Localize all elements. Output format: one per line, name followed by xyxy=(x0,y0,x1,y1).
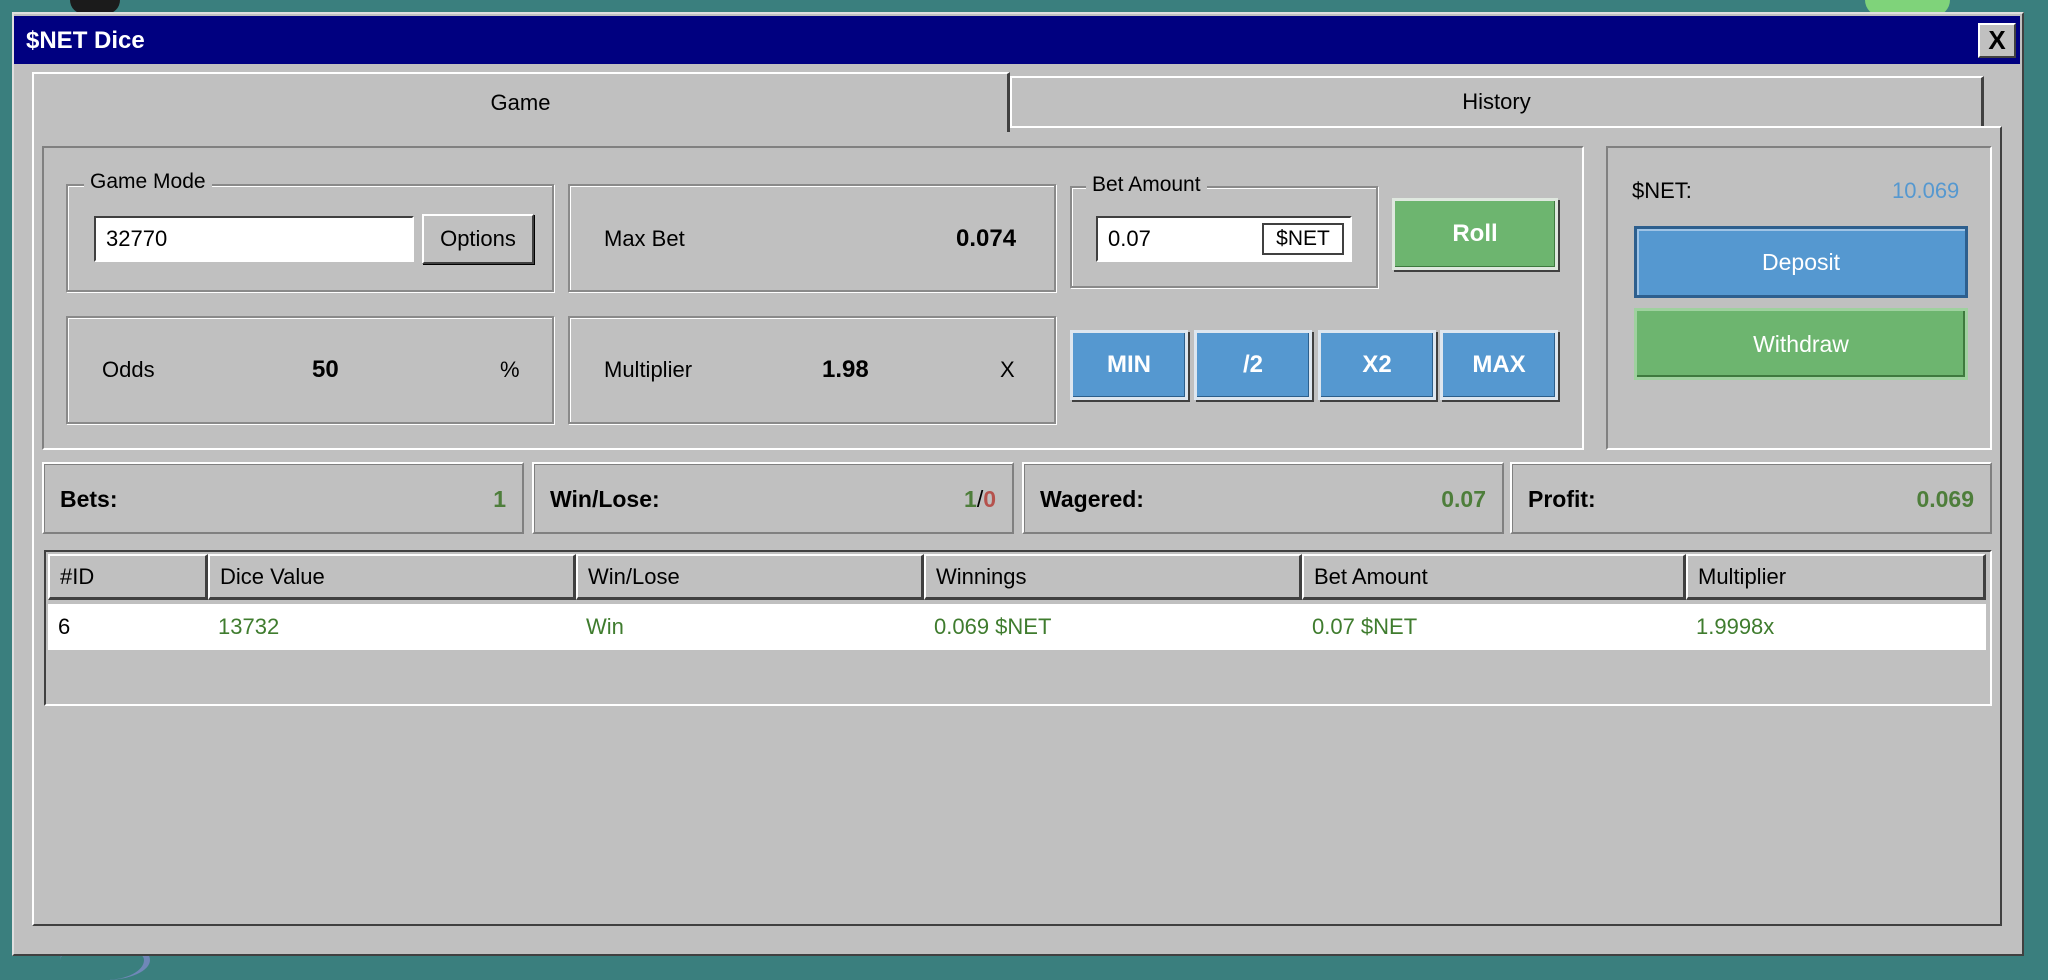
game-mode-input[interactable]: 32770 xyxy=(94,216,414,262)
min-button[interactable]: MIN xyxy=(1070,330,1188,400)
max-bet-value: 0.074 xyxy=(956,225,1017,252)
bets-table: #ID Dice Value Win/Lose Winnings Bet Amo… xyxy=(44,550,1992,706)
column-header-multiplier[interactable]: Multiplier xyxy=(1686,554,1986,600)
winlose-label: Win/Lose: xyxy=(550,486,660,512)
column-header-dice-value[interactable]: Dice Value xyxy=(208,554,576,600)
winlose-stat: Win/Lose: 1/0 xyxy=(532,462,1014,534)
bets-label: Bets: xyxy=(60,486,118,512)
cell-bet-amount: 0.07 $NET xyxy=(1312,614,1418,639)
bet-amount-legend: Bet Amount xyxy=(1086,173,1207,197)
currency-text: $NET xyxy=(1276,227,1330,250)
wins-count: 1 xyxy=(964,486,977,512)
column-header-label: Bet Amount xyxy=(1314,563,1428,589)
column-header-label: Win/Lose xyxy=(588,563,680,589)
multiplier-unit: X xyxy=(1000,357,1015,382)
bets-stat: Bets: 1 xyxy=(42,462,524,534)
tab-game[interactable]: Game xyxy=(32,72,1010,132)
double-button[interactable]: X2 xyxy=(1318,330,1436,400)
cell-multiplier: 1.9998x xyxy=(1696,614,1775,639)
column-header-winnings[interactable]: Winnings xyxy=(924,554,1302,600)
multiplier-value: 1.98 xyxy=(822,356,869,383)
winlose-value: 1/0 xyxy=(964,486,996,513)
options-label: Options xyxy=(440,226,516,251)
wallet-balance: 10.069 xyxy=(1892,178,1960,203)
max-button[interactable]: MAX xyxy=(1440,330,1558,400)
tab-history-label: History xyxy=(1462,89,1531,114)
half-label: /2 xyxy=(1242,351,1263,378)
currency-label: $NET xyxy=(1262,223,1344,255)
odds-unit: % xyxy=(500,357,520,382)
column-header-win-lose[interactable]: Win/Lose xyxy=(576,554,924,600)
column-header-id[interactable]: #ID xyxy=(48,554,208,600)
close-icon: X xyxy=(1988,25,2006,55)
profit-stat: Profit: 0.069 xyxy=(1510,462,1992,534)
column-header-bet-amount[interactable]: Bet Amount xyxy=(1302,554,1686,600)
wallet-label: $NET: xyxy=(1632,178,1692,203)
column-header-label: Winnings xyxy=(936,563,1027,589)
wagered-value: 0.07 xyxy=(1441,486,1486,512)
multiplier-label: Multiplier xyxy=(604,357,693,382)
cell-dice-value: 13732 xyxy=(218,614,280,639)
game-mode-value: 32770 xyxy=(106,226,168,251)
column-header-label: Dice Value xyxy=(220,563,325,589)
bet-amount-value: 0.07 xyxy=(1108,226,1151,251)
withdraw-button[interactable]: Withdraw xyxy=(1634,308,1968,380)
double-label: X2 xyxy=(1362,351,1392,378)
losses-count: 0 xyxy=(983,486,996,512)
withdraw-label: Withdraw xyxy=(1753,330,1849,357)
table-row[interactable]: 6 13732 Win 0.069 $NET 0.07 $NET 1.9998x xyxy=(48,604,1986,650)
deposit-label: Deposit xyxy=(1762,248,1840,275)
odds-value: 50 xyxy=(312,356,339,383)
roll-button[interactable]: Roll xyxy=(1392,198,1558,270)
title-bar[interactable]: $NET Dice X xyxy=(14,16,2020,64)
options-button[interactable]: Options xyxy=(422,214,534,264)
wagered-stat: Wagered: 0.07 xyxy=(1022,462,1504,534)
max-label: MAX xyxy=(1472,351,1526,378)
tab-game-label: Game xyxy=(490,90,551,115)
max-bet-label: Max Bet xyxy=(604,226,685,251)
half-button[interactable]: /2 xyxy=(1194,330,1312,400)
column-header-label: Multiplier xyxy=(1698,563,1787,589)
cell-id: 6 xyxy=(58,614,71,639)
roll-label: Roll xyxy=(1452,220,1498,247)
cell-winnings: 0.069 $NET xyxy=(934,614,1052,639)
profit-label: Profit: xyxy=(1528,486,1596,512)
bets-value: 1 xyxy=(493,486,506,512)
tab-history[interactable]: History xyxy=(1010,76,1984,128)
cell-win-lose: Win xyxy=(586,614,624,639)
profit-value: 0.069 xyxy=(1916,486,1974,512)
deposit-button[interactable]: Deposit xyxy=(1634,226,1968,298)
wagered-label: Wagered: xyxy=(1040,486,1144,512)
game-mode-legend: Game Mode xyxy=(84,170,212,194)
window-title: $NET Dice xyxy=(26,27,145,54)
column-header-label: #ID xyxy=(60,563,95,589)
min-label: MIN xyxy=(1107,351,1151,378)
close-button[interactable]: X xyxy=(1978,23,2016,58)
odds-label: Odds xyxy=(102,357,155,382)
